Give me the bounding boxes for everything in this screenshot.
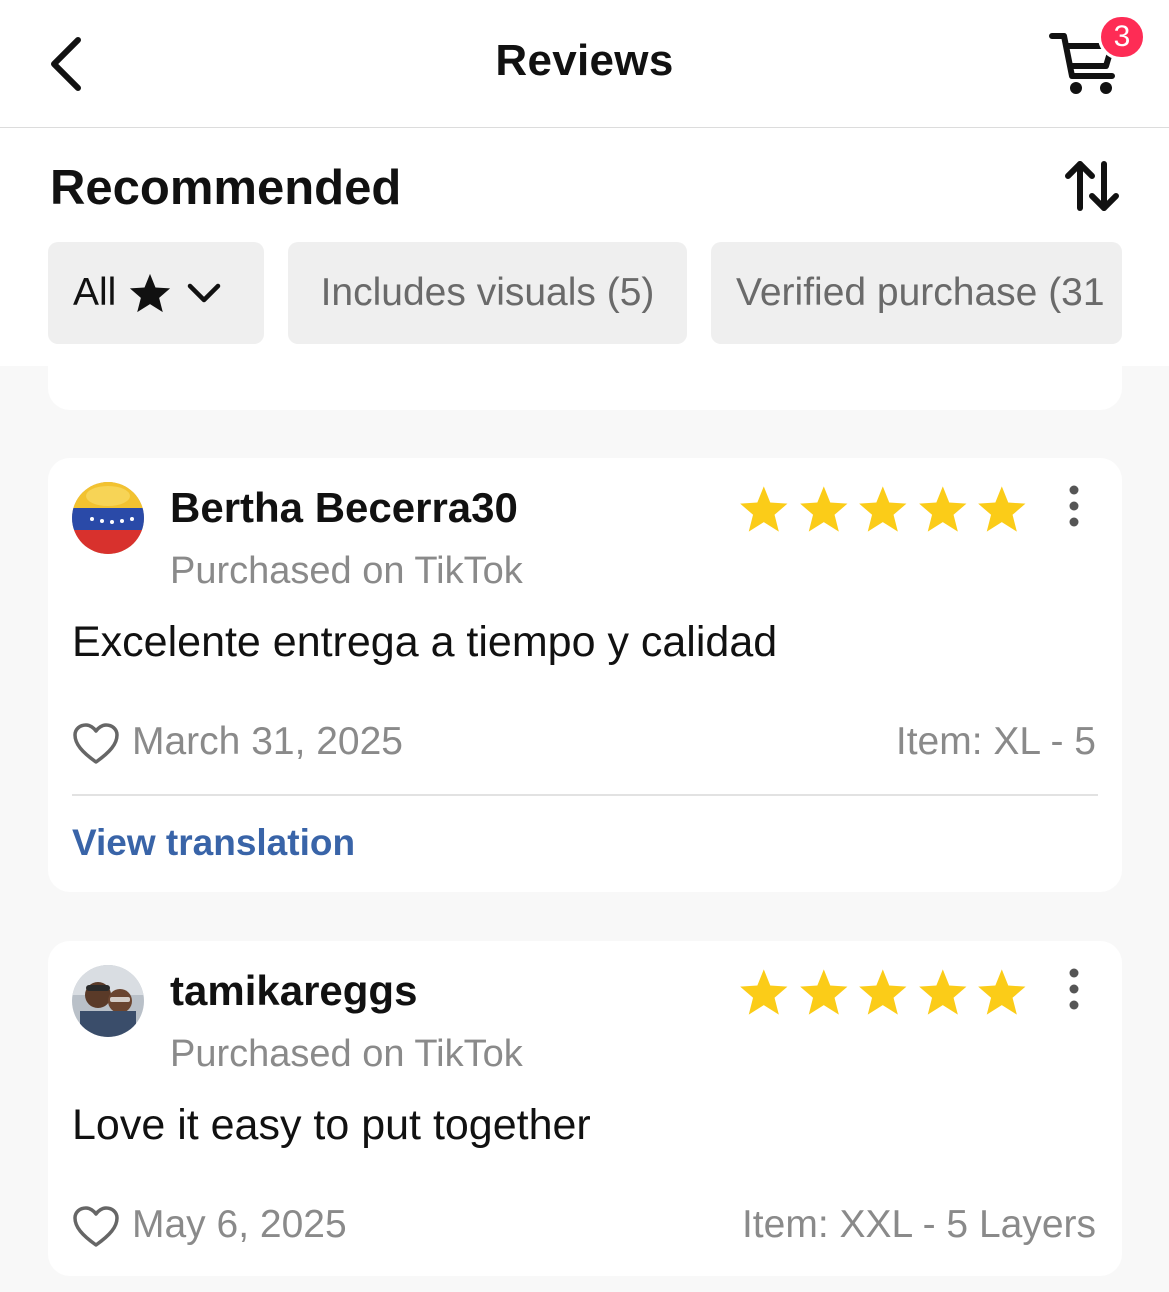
star-rating [738, 484, 1028, 534]
star-icon [130, 273, 171, 313]
view-translation-link[interactable]: View translation [72, 822, 355, 864]
star-icon [918, 969, 967, 1015]
top-nav-bar: Reviews 3 [0, 0, 1169, 128]
reviewer-name[interactable]: tamikareggs [170, 967, 417, 1015]
avatar[interactable] [72, 965, 144, 1037]
reviews-page: Reviews 3 Recommended All Includes visua… [0, 0, 1169, 1292]
divider [72, 794, 1098, 796]
sort-label[interactable]: Recommended [50, 160, 401, 216]
sort-filter-bar: Recommended All Includes visuals (5) Ver… [0, 128, 1169, 366]
filter-chip-includes-visuals[interactable]: Includes visuals (5) [288, 242, 687, 344]
review-date: May 6, 2025 [132, 1203, 347, 1246]
review-card-previous [48, 366, 1122, 410]
purchase-source: Purchased on TikTok [170, 550, 523, 592]
heart-icon [73, 1206, 119, 1247]
star-icon [799, 969, 848, 1015]
star-icon [740, 969, 788, 1015]
review-meta-row: March 31, 2025 Item: XL - 5 [72, 716, 1098, 772]
more-options-button[interactable] [1058, 484, 1090, 528]
review-card: tamikareggs Purchased on TikTok Love it … [48, 941, 1122, 1276]
review-card: Bertha Becerra30 Purchased on TikTok Exc… [48, 458, 1122, 892]
more-vertical-icon [1069, 968, 1079, 1010]
star-icon [978, 969, 1026, 1015]
item-variant: Item: XL - 5 [895, 720, 1096, 763]
filter-chip-all-stars[interactable]: All [48, 242, 264, 344]
reviewer-name[interactable]: Bertha Becerra30 [170, 484, 518, 532]
heart-icon [73, 723, 119, 764]
page-title: Reviews [495, 36, 674, 85]
more-vertical-icon [1069, 485, 1079, 527]
star-icon [859, 486, 907, 532]
star-icon [740, 486, 788, 532]
star-icon [918, 486, 967, 532]
cart-count-badge: 3 [1098, 14, 1146, 60]
like-button[interactable] [72, 722, 120, 766]
more-options-button[interactable] [1058, 967, 1090, 1011]
chevron-down-icon [188, 283, 221, 303]
review-meta-row: May 6, 2025 Item: XXL - 5 Layers [72, 1199, 1098, 1255]
sort-arrows-icon [1065, 161, 1119, 211]
review-date: March 31, 2025 [132, 720, 404, 763]
avatar-image [72, 482, 144, 554]
avatar[interactable] [72, 482, 144, 554]
avatar-image [72, 965, 144, 1037]
star-icon [859, 969, 907, 1015]
filter-chip-label: All [73, 271, 117, 314]
sort-button[interactable] [1060, 158, 1124, 214]
star-icon [978, 486, 1026, 532]
item-variant: Item: XXL - 5 Layers [741, 1203, 1096, 1246]
like-button[interactable] [72, 1205, 120, 1249]
star-rating [738, 967, 1028, 1017]
purchase-source: Purchased on TikTok [170, 1033, 523, 1075]
review-text: Love it easy to put together [72, 1101, 591, 1149]
filter-chip-verified-purchase[interactable]: Verified purchase (31 [711, 242, 1122, 344]
star-icon [799, 486, 848, 532]
review-text: Excelente entrega a tiempo y calidad [72, 618, 778, 666]
